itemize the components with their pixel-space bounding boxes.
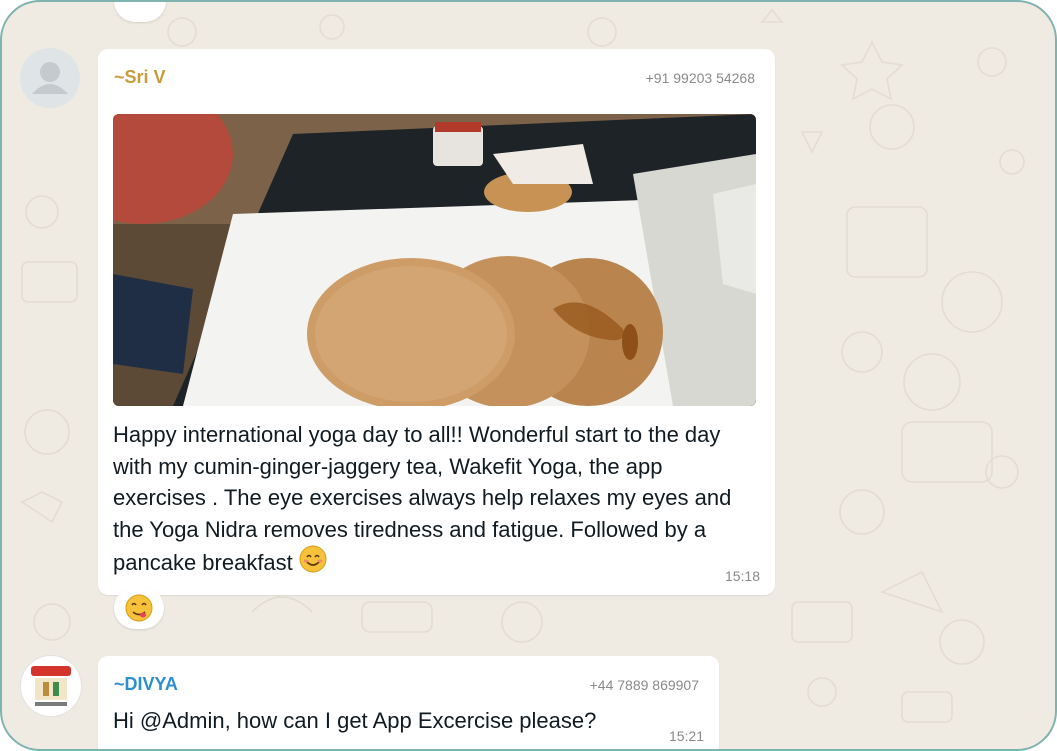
message-text-content: Happy international yoga day to all!! Wo… — [113, 422, 732, 575]
chat-window: ~Sri V +91 99203 54268 Happy internation… — [0, 0, 1057, 751]
previous-reaction — [114, 0, 166, 22]
yum-face-emoji-icon — [125, 594, 153, 622]
message-text: Hi @Admin, how can I get App Excercise p… — [113, 708, 597, 733]
message-image[interactable] — [113, 114, 756, 406]
smiling-face-emoji-icon — [299, 545, 327, 573]
avatar-divya[interactable] — [20, 655, 82, 717]
default-avatar-icon — [32, 62, 68, 94]
heart-icon — [114, 0, 166, 22]
sender-name[interactable]: ~Sri V — [114, 67, 166, 88]
avatar-sri-v[interactable] — [20, 48, 80, 108]
sender-phone: +44 7889 869907 — [589, 677, 699, 693]
message-text: Happy international yoga day to all!! Wo… — [113, 419, 733, 579]
message-bubble[interactable]: ~Sri V +91 99203 54268 Happy internation… — [98, 49, 775, 595]
sender-name[interactable]: ~DIVYA — [114, 674, 178, 695]
message-bubble[interactable]: ~DIVYA +44 7889 869907 Hi @Admin, how ca… — [98, 656, 719, 749]
message-time: 15:18 — [724, 568, 760, 584]
pancake-photo — [113, 114, 756, 406]
message-time: 15:21 — [668, 728, 704, 744]
sender-phone: +91 99203 54268 — [645, 70, 755, 86]
group-logo-icon — [31, 666, 71, 706]
message-reaction[interactable] — [114, 587, 164, 629]
